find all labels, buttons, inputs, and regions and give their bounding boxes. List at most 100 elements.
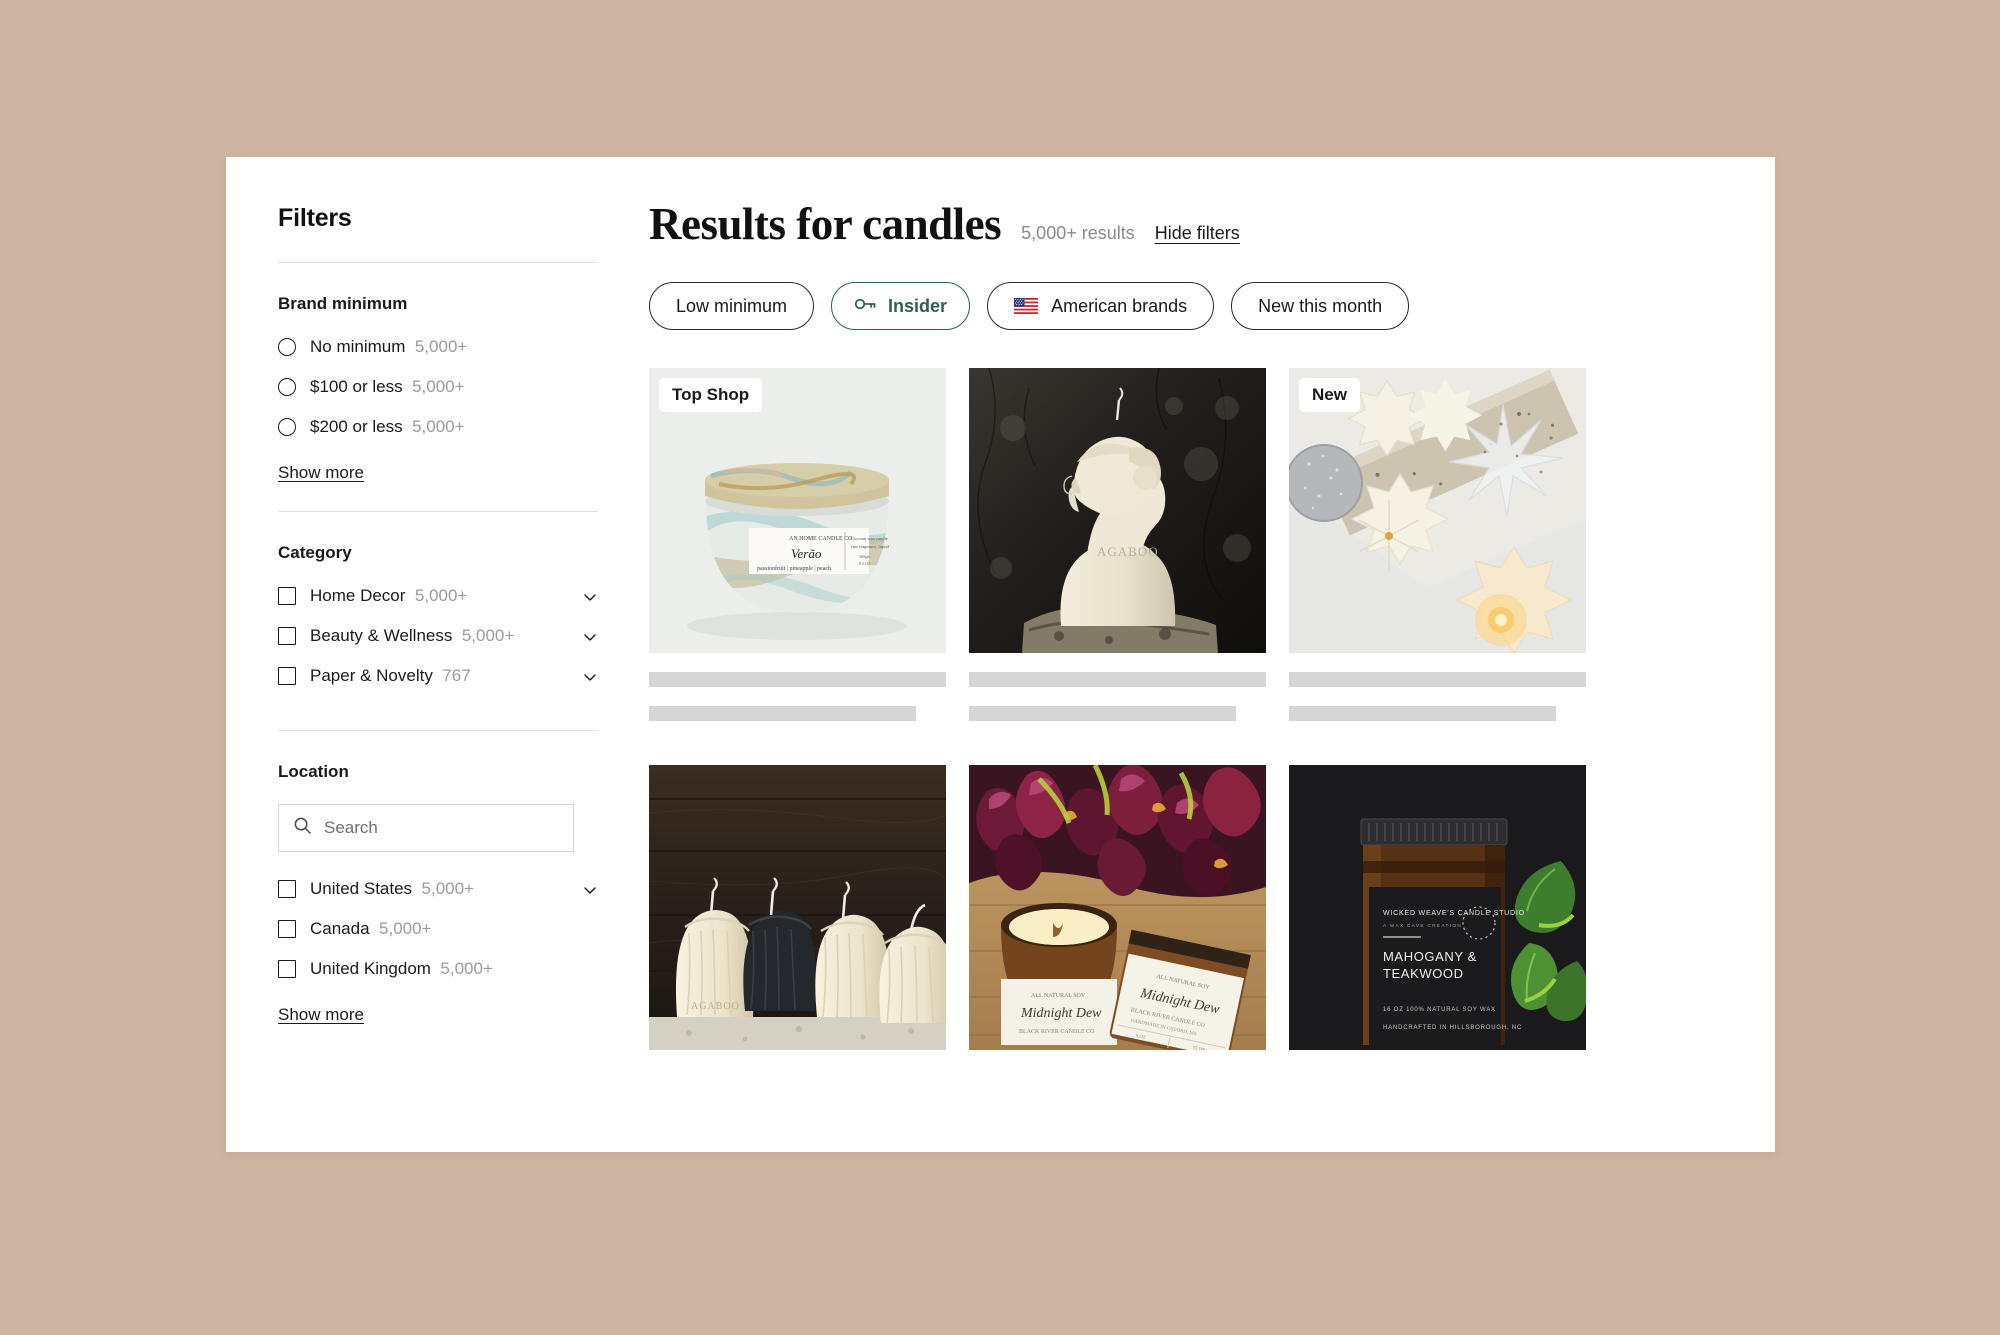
svg-text:16 OZ 100% NATURAL SOY WAX: 16 OZ 100% NATURAL SOY WAX [1383,1007,1496,1013]
svg-text:300gm: 300gm [859,554,871,559]
quick-filter-chips: Low minimum Insider American brands New … [649,282,1745,330]
svg-text:AN HOME CANDLE CO: AN HOME CANDLE CO [789,536,853,542]
product-grid-row-2: AGABOO ALL NATURAL SOY Midnight Dew BLAC… [649,765,1745,1050]
filter-group-category: Category Home Decor 5,000+ Beauty & Well… [278,543,619,696]
option-label: Canada [310,919,370,938]
product-card-midnight-dew-jar-candles[interactable]: ALL NATURAL SOY Midnight Dew BLACK RIVER… [969,765,1266,1050]
option-label: Beauty & Wellness [310,626,453,645]
chevron-down-icon[interactable] [582,629,598,645]
filter-option-united-kingdom[interactable]: United Kingdom 5,000+ [278,958,598,989]
filter-option-beauty-wellness[interactable]: Beauty & Wellness 5,000+ [278,625,598,656]
checkbox-icon[interactable] [278,920,296,938]
group-title-location: Location [278,762,349,781]
svg-text:AGABOO: AGABOO [1097,544,1159,559]
radio-icon[interactable] [278,378,296,396]
checkbox-icon[interactable] [278,587,296,605]
show-more-brand-minimum[interactable]: Show more [278,463,364,483]
results-header: Results for candles 5,000+ results Hide … [649,202,1745,247]
svg-text:AGABOO: AGABOO [691,1001,740,1012]
option-label: Home Decor [310,586,406,605]
bust-sculpture-candle-illustration: AGABOO [969,368,1266,653]
product-image[interactable]: WICKED WEAVE'S CANDLE STUDIO A WAX CAVE … [1289,765,1586,1050]
skeleton-line [969,706,1237,721]
svg-text:BLACK RIVER CANDLE CO: BLACK RIVER CANDLE CO [1019,1029,1095,1035]
status-badge: Top Shop [659,378,763,412]
product-card-marbled-jar-candle[interactable]: Top Shop AN HOME CANDLE CO Verão passion… [649,368,946,721]
svg-text:Verão: Verão [791,546,822,561]
option-label: United States [310,879,413,898]
chip-label: American brands [1051,295,1188,316]
filter-option-canada[interactable]: Canada 5,000+ [278,918,598,949]
key-icon [854,296,878,317]
divider [278,511,598,512]
product-grid-row-1: Top Shop AN HOME CANDLE CO Verão passion… [649,368,1745,721]
radio-icon[interactable] [278,418,296,436]
skeleton-line [1289,672,1586,687]
product-image[interactable]: New [1289,368,1586,653]
svg-text:A WAX CAVE CREATION: A WAX CAVE CREATION [1383,923,1462,928]
chevron-down-icon[interactable] [582,882,598,898]
option-count: 5,000+ [412,417,465,436]
product-card-bust-sculpture-candle[interactable]: AGABOO [969,368,1266,721]
midnight-dew-jar-candles-illustration: ALL NATURAL SOY Midnight Dew BLACK RIVER… [969,765,1266,1050]
location-search-box[interactable] [278,804,574,852]
filter-option-no-minimum[interactable]: No minimum 5,000+ [278,336,598,367]
filters-sidebar: Filters Brand minimum No minimum 5,000+ … [226,157,619,1152]
chip-american-brands[interactable]: American brands [987,282,1215,330]
show-more-location[interactable]: Show more [278,1005,364,1025]
product-image[interactable]: AGABOO [969,368,1266,653]
chevron-down-icon[interactable] [582,589,598,605]
group-title-brand-minimum: Brand minimum [278,294,408,313]
product-image[interactable]: AGABOO [649,765,946,1050]
filter-group-location: Location United States 5,000+ Canada 5,0… [278,762,619,1025]
svg-text:MAHOGANY &: MAHOGANY & [1383,949,1477,964]
checkbox-icon[interactable] [278,667,296,685]
divider [278,262,598,263]
page-title: Results for candles [649,199,1002,249]
search-results-panel: Filters Brand minimum No minimum 5,000+ … [226,157,1775,1152]
option-label: Paper & Novelty [310,666,433,685]
skeleton-line [649,706,917,721]
option-count: 5,000+ [440,959,493,978]
filter-option-paper-novelty[interactable]: Paper & Novelty 767 [278,665,598,696]
filter-option-home-decor[interactable]: Home Decor 5,000+ [278,585,598,616]
product-card-mahogany-teakwood-candle[interactable]: WICKED WEAVE'S CANDLE STUDIO A WAX CAVE … [1289,765,1586,1050]
svg-text:Midnight Dew: Midnight Dew [1020,1006,1102,1021]
results-count: 5,000+ results [1021,223,1135,243]
option-count: 5,000+ [379,919,432,938]
veiled-figure-candles-illustration: AGABOO [649,765,946,1050]
checkbox-icon[interactable] [278,880,296,898]
filter-option-100-or-less[interactable]: $100 or less 5,000+ [278,376,598,407]
svg-text:passionfruit | pineapple | pea: passionfruit | pineapple | peach [757,565,831,572]
mahogany-teakwood-candle-illustration: WICKED WEAVE'S CANDLE STUDIO A WAX CAVE … [1289,765,1586,1050]
option-count: 5,000+ [421,879,474,898]
filter-option-200-or-less[interactable]: $200 or less 5,000+ [278,416,598,447]
checkbox-icon[interactable] [278,960,296,978]
product-card-veiled-figure-candles[interactable]: AGABOO [649,765,946,1050]
product-image[interactable]: ALL NATURAL SOY Midnight Dew BLACK RIVER… [969,765,1266,1050]
option-label: United Kingdom [310,959,431,978]
radio-icon[interactable] [278,338,296,356]
hide-filters-link[interactable]: Hide filters [1155,223,1240,244]
checkbox-icon[interactable] [278,627,296,645]
option-label: $200 or less [310,417,403,436]
search-input[interactable] [324,818,559,838]
option-count: 5,000+ [414,337,468,356]
divider [278,730,598,731]
results-main: Results for candles 5,000+ results Hide … [619,157,1775,1152]
product-image[interactable]: Top Shop AN HOME CANDLE CO Verão passion… [649,368,946,653]
chip-insider[interactable]: Insider [831,282,971,330]
svg-text:TEAKWOOD: TEAKWOOD [1383,966,1464,981]
chevron-down-icon[interactable] [582,669,598,685]
product-card-snowflake-wax-melts[interactable]: New [1289,368,1586,721]
skeleton-line [649,672,946,687]
chip-low-minimum[interactable]: Low minimum [649,282,815,330]
option-label: No minimum [310,337,406,356]
chip-label: Insider [888,295,948,316]
status-badge: New [1299,378,1360,412]
chip-new-this-month[interactable]: New this month [1231,282,1410,330]
option-count: 5,000+ [414,586,468,605]
filter-option-united-states[interactable]: United States 5,000+ [278,878,598,909]
svg-text:Coconut wax candle: Coconut wax candle [851,536,888,541]
svg-text:8.5 OZ: 8.5 OZ [859,561,871,566]
